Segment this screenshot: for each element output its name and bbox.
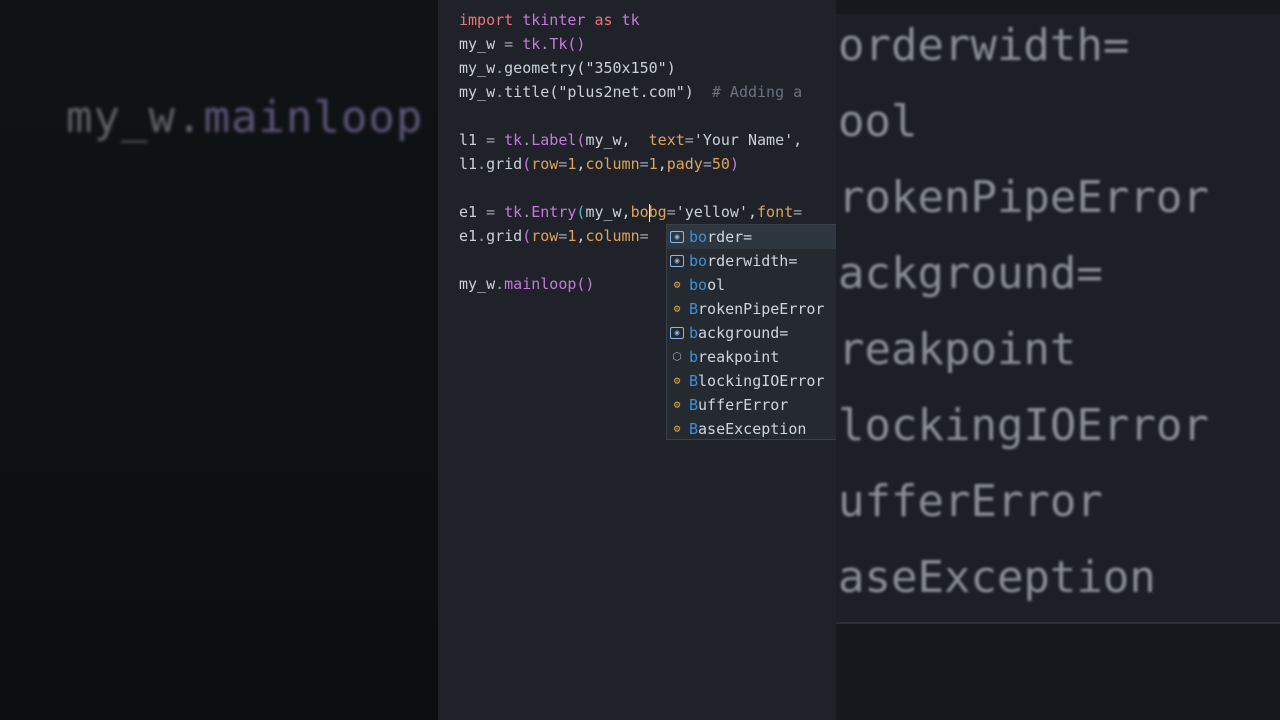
ghost-line: aseException xyxy=(838,552,1156,603)
code-line-active: e1 = tk.Entry(my_w,bobg='yellow',font= xyxy=(459,203,803,222)
code-line: my_w.mainloop() xyxy=(459,275,595,293)
code-line: l1.grid(row=1,column=1,pady=50) xyxy=(459,155,739,173)
field-icon: ◉ xyxy=(670,327,684,339)
class-icon: ⚙ xyxy=(673,374,681,387)
class-icon: ⚙ xyxy=(673,302,681,315)
suggestion-item[interactable]: ◉ background= xyxy=(667,321,836,345)
suggestion-item[interactable]: ◉ borderwidth= xyxy=(667,249,836,273)
ghost-line: ufferError xyxy=(838,476,1103,527)
suggestion-item[interactable]: ⚙ BaseException xyxy=(667,417,836,439)
field-icon: ◉ xyxy=(670,255,684,267)
code-line: l1 = tk.Label(my_w, text='Your Name', xyxy=(459,131,803,149)
module-icon: ⬡ xyxy=(672,350,682,363)
code-line: my_w = tk.Tk() xyxy=(459,35,586,53)
ghost-code-text: my_w.mainloop xyxy=(66,92,424,143)
suggestion-item[interactable]: ⚙ bool xyxy=(667,273,836,297)
class-icon: ⚙ xyxy=(673,278,681,291)
class-icon: ⚙ xyxy=(673,398,681,411)
ghost-line: ackground= xyxy=(838,248,1103,299)
code-line: import tkinter as tk xyxy=(459,11,640,29)
ghost-line: orderwidth= xyxy=(838,20,1130,71)
suggestion-item[interactable]: ⚙ BlockingIOError xyxy=(667,369,836,393)
autocomplete-popup[interactable]: ◉ border= ◉ borderwidth= ⚙ bool ⚙ Broken… xyxy=(666,224,836,440)
suggestion-item[interactable]: ⚙ BrokenPipeError xyxy=(667,297,836,321)
suggestion-item[interactable]: ⬡ breakpoint xyxy=(667,345,836,369)
class-icon: ⚙ xyxy=(673,422,681,435)
blurred-background-left: my_w.mainloop xyxy=(0,0,438,720)
suggestion-item[interactable]: ⚙ BufferError xyxy=(667,393,836,417)
field-icon: ◉ xyxy=(670,231,684,243)
code-line: my_w.title("plus2net.com") # Adding a xyxy=(459,83,803,101)
ghost-line: rokenPipeError xyxy=(838,172,1209,223)
blurred-background-right: orderwidth= ool rokenPipeError ackground… xyxy=(836,0,1280,720)
suggestion-item[interactable]: ◉ border= xyxy=(667,225,836,249)
code-line: e1.grid(row=1,column= xyxy=(459,227,649,245)
ghost-line: lockingIOError xyxy=(838,400,1209,451)
code-line: my_w.geometry("350x150") xyxy=(459,59,676,77)
ghost-line: reakpoint xyxy=(838,324,1077,375)
ghost-autocomplete: orderwidth= ool rokenPipeError ackground… xyxy=(836,14,1280,624)
ghost-line: ool xyxy=(838,96,918,147)
